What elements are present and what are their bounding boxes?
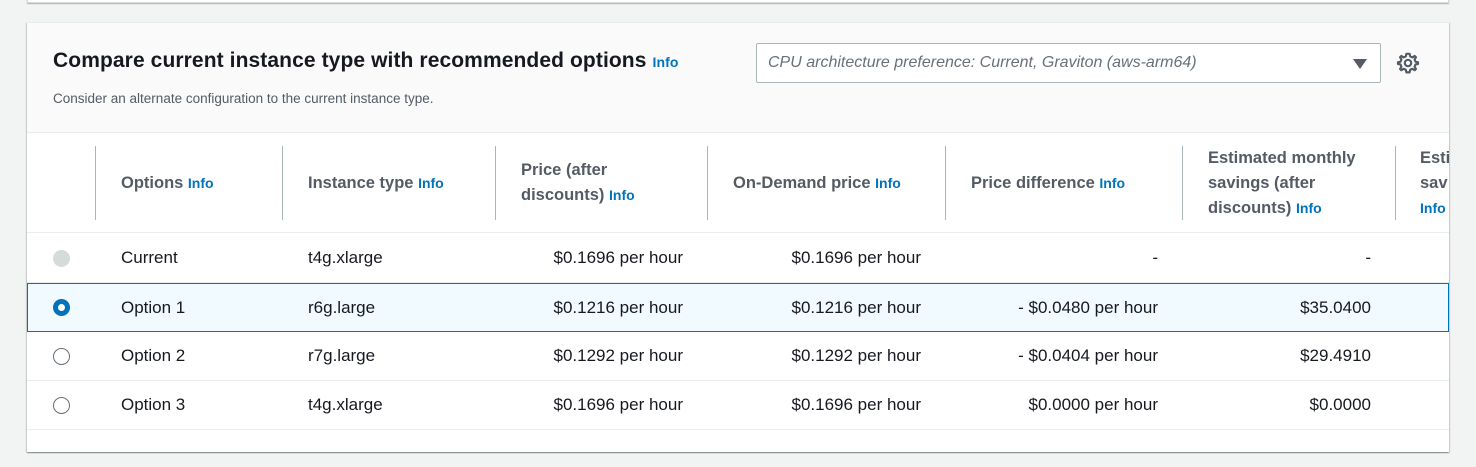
on-demand-cell: $0.1292 per hour: [791, 346, 922, 365]
table-row-option-2[interactable]: Option 2 r7g.large $0.1292 per hour $0.1…: [27, 332, 1449, 381]
truncated-info-link[interactable]: Info: [1420, 200, 1446, 216]
price-difference-cell: -: [1152, 248, 1158, 267]
cpu-architecture-placeholder: CPU architecture preference: Current, Gr…: [768, 54, 1197, 71]
column-separator: [95, 146, 96, 220]
price-cell: $0.1292 per hour: [553, 346, 684, 365]
option-1-radio[interactable]: [53, 299, 70, 316]
options-header-label: Options: [121, 173, 184, 192]
current-radio: [53, 249, 70, 267]
table-row-current: Current t4g.xlarge $0.1696 per hour $0.1…: [27, 234, 1449, 283]
title-info-link[interactable]: Info: [653, 54, 679, 70]
column-separator: [707, 146, 708, 220]
instance-type-cell: r7g.large: [308, 346, 376, 365]
column-separator: [1182, 146, 1183, 220]
price-difference-cell: - $0.0404 per hour: [1018, 346, 1158, 365]
instance-type-cell: t4g.xlarge: [308, 248, 383, 267]
on-demand-header-label: On-Demand price: [733, 173, 871, 192]
column-header-estimated-monthly-savings[interactable]: Estimated monthly savings (after discounts…: [1208, 133, 1398, 233]
column-header-estimated-savings-truncated[interactable]: Esti sav Info: [1420, 133, 1449, 233]
panel-title: Compare current instance type with recom…: [53, 49, 679, 73]
option-2-radio[interactable]: [53, 347, 70, 365]
column-header-options[interactable]: Options Info: [121, 133, 281, 233]
table-header: Options Info Instance type Info Price (a…: [27, 133, 1449, 233]
options-info-link[interactable]: Info: [188, 175, 214, 191]
option-3-radio[interactable]: [53, 396, 70, 414]
instance-type-cell: t4g.xlarge: [308, 395, 383, 414]
monthly-savings-cell: $35.0400: [1300, 297, 1371, 317]
column-separator: [1395, 146, 1396, 220]
column-header-on-demand-price[interactable]: On-Demand price Info: [733, 133, 948, 233]
price-difference-info-link[interactable]: Info: [1099, 175, 1125, 191]
table-row-option-1[interactable]: Option 1 r6g.large $0.1216 per hour $0.1…: [27, 283, 1449, 332]
column-header-instance-type[interactable]: Instance type Info: [308, 133, 498, 233]
panel-header: Compare current instance type with recom…: [27, 23, 1449, 133]
price-cell: $0.1696 per hour: [553, 395, 684, 414]
column-separator: [282, 146, 283, 220]
monthly-savings-cell: $0.0000: [1309, 395, 1371, 414]
savings-header-line2: savings (after: [1208, 173, 1316, 192]
cpu-architecture-select[interactable]: CPU architecture preference: Current, Gr…: [756, 43, 1381, 83]
on-demand-info-link[interactable]: Info: [875, 175, 901, 191]
price-difference-cell: $0.0000 per hour: [1028, 395, 1159, 414]
savings-header-line1: Estimated monthly: [1208, 148, 1356, 167]
column-header-price[interactable]: Price (after discounts) Info: [521, 133, 711, 233]
instance-type-header-label: Instance type: [308, 173, 414, 192]
monthly-savings-cell: -: [1365, 248, 1371, 267]
previous-panel-edge: [27, 0, 1449, 3]
on-demand-cell: $0.1696 per hour: [791, 395, 922, 414]
price-info-link[interactable]: Info: [609, 187, 635, 203]
price-cell: $0.1696 per hour: [553, 248, 684, 267]
price-difference-header-label: Price difference: [971, 173, 1095, 192]
column-separator: [495, 146, 496, 220]
on-demand-cell: $0.1696 per hour: [791, 248, 922, 267]
price-difference-cell: - $0.0480 per hour: [1018, 297, 1158, 317]
savings-header-line3: discounts): [1208, 198, 1292, 217]
column-separator: [945, 146, 946, 220]
savings-info-link[interactable]: Info: [1296, 200, 1322, 216]
panel-description: Consider an alternate configuration to t…: [53, 91, 434, 106]
monthly-savings-cell: $29.4910: [1300, 346, 1371, 365]
panel-title-text: Compare current instance type with recom…: [53, 49, 647, 72]
table-row-option-3[interactable]: Option 3 t4g.xlarge $0.1696 per hour $0.…: [27, 381, 1449, 430]
option-cell: Option 3: [121, 395, 186, 414]
truncated-header-line1: Esti: [1420, 148, 1449, 167]
caret-down-icon: [1353, 59, 1367, 69]
option-cell: Current: [121, 248, 178, 267]
price-header-line2: discounts): [521, 186, 605, 204]
option-cell: Option 2: [121, 346, 186, 365]
on-demand-cell: $0.1216 per hour: [791, 297, 922, 317]
price-cell: $0.1216 per hour: [553, 297, 684, 317]
price-header-line1: Price (after: [521, 161, 608, 179]
instance-type-cell: r6g.large: [308, 297, 376, 317]
compare-instance-panel: Compare current instance type with recom…: [27, 22, 1449, 452]
gear-icon[interactable]: [1396, 51, 1420, 75]
column-header-price-difference[interactable]: Price difference Info: [971, 133, 1181, 233]
instance-type-info-link[interactable]: Info: [418, 175, 444, 191]
truncated-header-line2: sav: [1420, 173, 1448, 192]
option-cell: Option 1: [121, 297, 186, 317]
